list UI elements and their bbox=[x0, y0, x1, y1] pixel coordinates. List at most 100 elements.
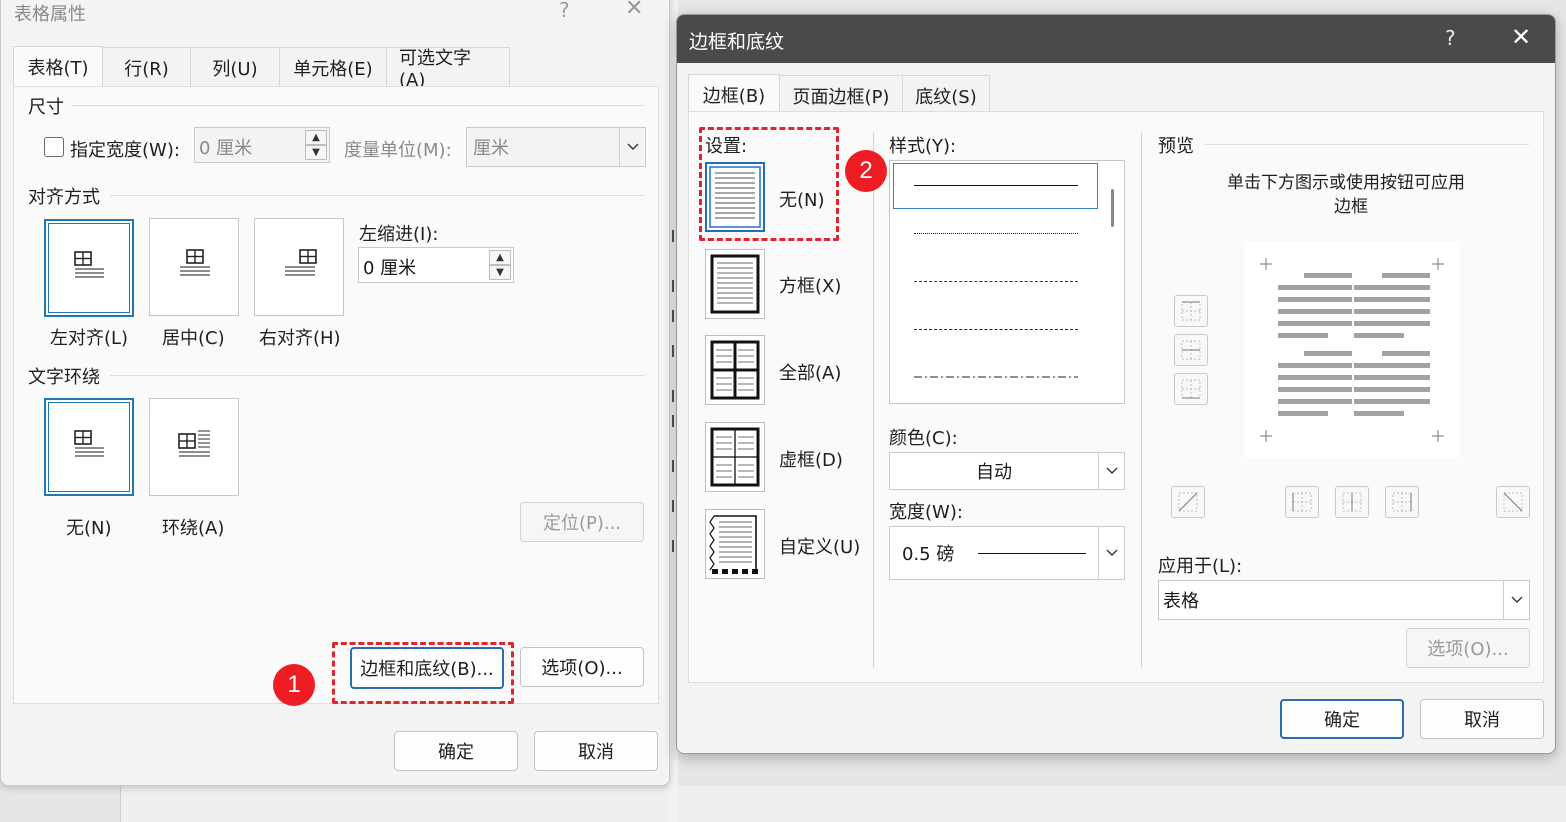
setting-custom-option[interactable] bbox=[705, 509, 765, 579]
tab-alt-text[interactable]: 可选文字(A) bbox=[386, 47, 510, 91]
style-dash-dot-line[interactable] bbox=[914, 375, 1078, 379]
ok-button[interactable]: 确定 bbox=[394, 731, 518, 771]
wrap-none-icon bbox=[74, 430, 104, 457]
tab-bar: 表格(T) 行(R) 列(U) 单元格(E) 可选文字(A) bbox=[13, 46, 510, 91]
style-dash-line[interactable] bbox=[914, 329, 1078, 330]
right-border-icon bbox=[1392, 492, 1412, 512]
wrap-around-label: 环绕(A) bbox=[162, 518, 225, 539]
highlight-box bbox=[332, 642, 514, 704]
diagonal-down-border-button[interactable] bbox=[1496, 486, 1530, 518]
tab-bar: 边框(B) 页面边框(P) 底纹(S) bbox=[688, 74, 990, 115]
tab-page-border[interactable]: 页面边框(P) bbox=[779, 75, 903, 115]
options-button[interactable]: 选项(O)... bbox=[520, 647, 644, 687]
chevron-down-icon[interactable] bbox=[619, 128, 645, 166]
help-button[interactable]: ? bbox=[559, 0, 570, 22]
style-listbox[interactable] bbox=[889, 160, 1125, 404]
preview-hint-line1: 单击下方图示或使用按钮可应用 bbox=[1227, 173, 1465, 193]
tab-cell[interactable]: 单元格(E) bbox=[279, 47, 387, 87]
dialog-title: 边框和底纹 bbox=[689, 31, 785, 53]
wrap-around-option[interactable] bbox=[149, 398, 239, 496]
preview-diagram[interactable] bbox=[1244, 242, 1460, 458]
color-select[interactable]: 自动 bbox=[889, 452, 1125, 490]
title-bar: 边框和底纹 ? ✕ bbox=[677, 15, 1555, 63]
spin-up-icon[interactable]: ▲ bbox=[305, 130, 327, 145]
inside-horizontal-border-button[interactable] bbox=[1174, 334, 1208, 366]
tab-table[interactable]: 表格(T) bbox=[13, 46, 103, 87]
style-dotted-line[interactable] bbox=[914, 233, 1078, 234]
align-center-option[interactable] bbox=[149, 218, 239, 316]
align-center-label: 居中(C) bbox=[162, 328, 225, 349]
help-button[interactable]: ? bbox=[1445, 26, 1456, 50]
tab-row[interactable]: 行(R) bbox=[102, 47, 191, 87]
setting-all-option[interactable] bbox=[705, 335, 765, 405]
wrap-none-option[interactable] bbox=[44, 398, 134, 496]
section-divider bbox=[110, 195, 644, 196]
wrap-section-label: 文字环绕 bbox=[28, 367, 100, 388]
setting-all-icon bbox=[710, 340, 760, 400]
step-badge: 1 bbox=[273, 664, 315, 706]
align-left-option[interactable] bbox=[44, 219, 134, 317]
close-button[interactable]: ✕ bbox=[625, 0, 643, 21]
tab-borders[interactable]: 边框(B) bbox=[688, 74, 780, 115]
color-label: 颜色(C): bbox=[889, 428, 958, 449]
preferred-width-spinner[interactable]: 0 厘米 ▲ ▼ bbox=[194, 127, 330, 163]
section-divider bbox=[72, 105, 644, 106]
apply-to-select[interactable]: 表格 bbox=[1158, 580, 1530, 620]
right-border-button[interactable] bbox=[1385, 486, 1419, 518]
options-button[interactable]: 选项(O)... bbox=[1406, 628, 1530, 668]
preview-label: 预览 bbox=[1158, 136, 1194, 157]
cancel-button[interactable]: 取消 bbox=[1420, 699, 1544, 739]
wrap-none-label: 无(N) bbox=[66, 518, 112, 539]
tab-shading[interactable]: 底纹(S) bbox=[902, 75, 990, 115]
diagonal-up-icon bbox=[1178, 492, 1198, 512]
preview-table-graphic bbox=[1260, 258, 1444, 442]
indent-value: 0 厘米 bbox=[363, 258, 417, 279]
setting-grid-option[interactable] bbox=[705, 422, 765, 492]
setting-all-label: 全部(A) bbox=[779, 363, 842, 384]
top-border-button[interactable] bbox=[1174, 295, 1208, 327]
alignment-section-label: 对齐方式 bbox=[28, 187, 100, 208]
spin-down-icon[interactable]: ▼ bbox=[305, 145, 327, 160]
chevron-down-icon[interactable] bbox=[1503, 581, 1529, 619]
cancel-button[interactable]: 取消 bbox=[534, 731, 658, 771]
column-divider bbox=[1141, 132, 1142, 668]
chevron-down-icon[interactable] bbox=[1098, 527, 1124, 579]
left-border-button[interactable] bbox=[1285, 486, 1319, 518]
setting-grid-label: 虚框(D) bbox=[779, 450, 843, 471]
close-button[interactable]: ✕ bbox=[1511, 23, 1531, 51]
preferred-width-checkbox[interactable] bbox=[44, 137, 64, 157]
borders-shading-dialog: 边框和底纹 ? ✕ 边框(B) 页面边框(P) 底纹(S) 设置: 无(N) 方… bbox=[676, 14, 1556, 754]
wrap-around-icon bbox=[178, 430, 210, 457]
scrollbar-thumb[interactable] bbox=[1111, 189, 1114, 227]
diagonal-down-icon bbox=[1503, 492, 1523, 512]
setting-box-icon bbox=[710, 254, 760, 314]
preferred-width-value: 0 厘米 bbox=[199, 138, 253, 159]
measure-in-label: 度量单位(M): bbox=[344, 140, 452, 161]
align-right-option[interactable] bbox=[254, 218, 344, 316]
table-tab-panel: 尺寸 指定宽度(W): 0 厘米 ▲ ▼ 度量单位(M): 厘米 对齐方式 左对… bbox=[13, 86, 659, 704]
bottom-border-icon bbox=[1181, 379, 1201, 399]
diagonal-up-border-button[interactable] bbox=[1171, 486, 1205, 518]
bottom-border-button[interactable] bbox=[1174, 373, 1208, 405]
color-value: 自动 bbox=[976, 462, 1012, 483]
width-sample-line bbox=[978, 553, 1086, 554]
chevron-down-icon[interactable] bbox=[1098, 453, 1124, 489]
tab-column[interactable]: 列(U) bbox=[190, 47, 280, 87]
measure-in-value: 厘米 bbox=[473, 138, 509, 159]
setting-box-option[interactable] bbox=[705, 249, 765, 319]
selected-style-item[interactable] bbox=[893, 163, 1098, 209]
width-select[interactable]: 0.5 磅 bbox=[889, 526, 1125, 580]
inside-vertical-border-icon bbox=[1342, 492, 1362, 512]
style-solid-line[interactable] bbox=[914, 185, 1078, 186]
measure-in-select[interactable]: 厘米 bbox=[466, 127, 646, 167]
inside-vertical-border-button[interactable] bbox=[1335, 486, 1369, 518]
spin-up-icon[interactable]: ▲ bbox=[489, 250, 511, 265]
setting-custom-label: 自定义(U) bbox=[779, 537, 861, 558]
apply-to-label: 应用于(L): bbox=[1158, 556, 1243, 577]
style-small-dash-line[interactable] bbox=[914, 281, 1078, 282]
positioning-button[interactable]: 定位(P)... bbox=[520, 502, 644, 542]
ok-button[interactable]: 确定 bbox=[1280, 699, 1404, 739]
spin-down-icon[interactable]: ▼ bbox=[489, 265, 511, 280]
indent-spinner[interactable]: 0 厘米 ▲ ▼ bbox=[358, 247, 514, 283]
align-left-label: 左对齐(L) bbox=[50, 328, 129, 349]
